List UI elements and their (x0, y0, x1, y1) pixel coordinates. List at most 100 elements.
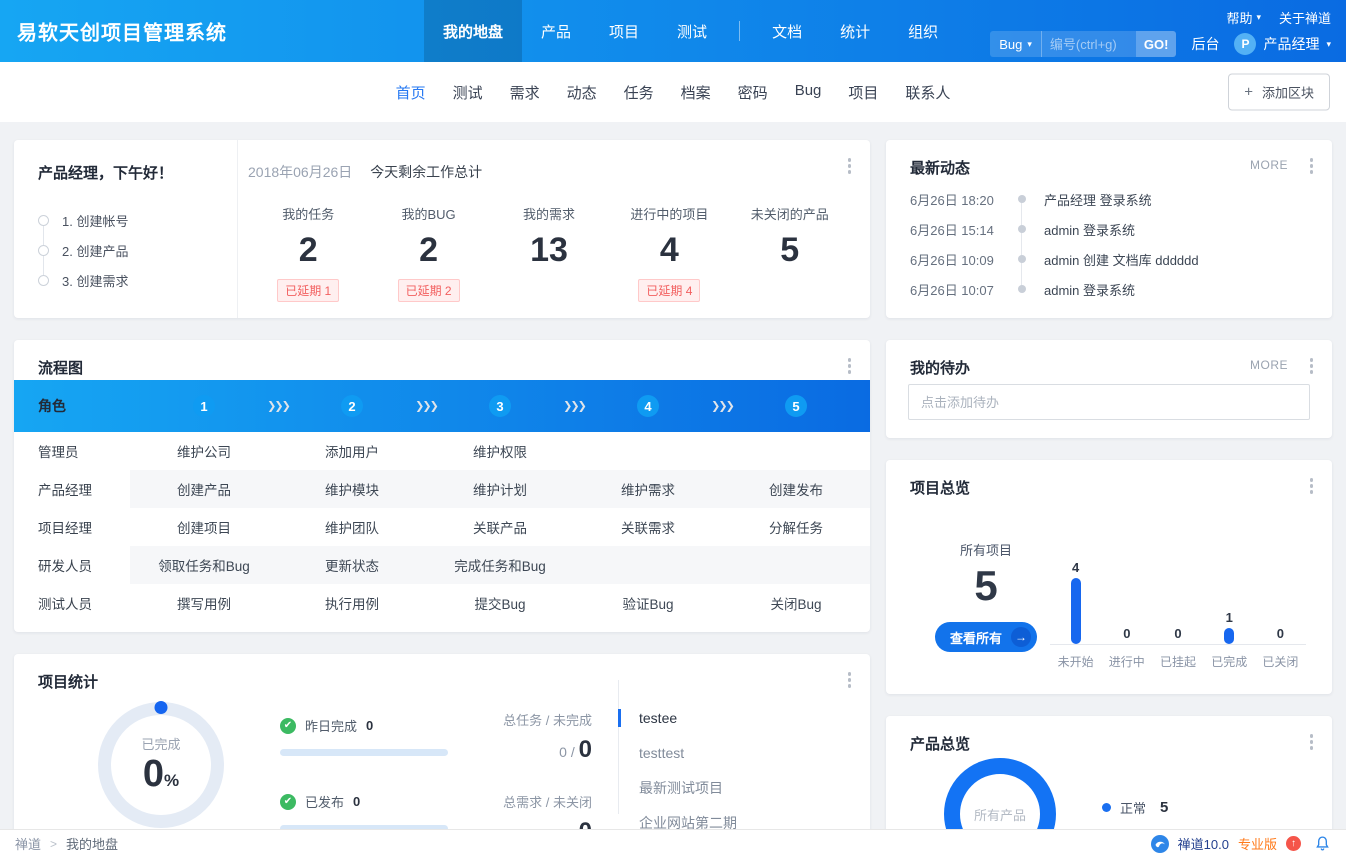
greeting-text: 产品经理，下午好！ (38, 162, 237, 183)
delayed-badge: 已延期 1 (277, 279, 339, 302)
version-label[interactable]: 禅道10.0 (1178, 834, 1229, 853)
nav-project[interactable]: 项目 (590, 0, 658, 62)
activity-item: 6月26日 18:20 产品经理 登录系统 (910, 184, 1312, 214)
help-menu[interactable]: 帮助 ▾ (1226, 8, 1261, 27)
admin-link[interactable]: 后台 (1191, 34, 1219, 54)
plus-icon: + (1244, 85, 1253, 100)
subnav-dynamic[interactable]: 动态 (567, 82, 597, 103)
nav-divider (739, 21, 740, 41)
subnav-items: 首页 测试 需求 动态 任务 档案 密码 Bug 项目 联系人 (396, 82, 951, 103)
subnav-story[interactable]: 需求 (510, 82, 540, 103)
activity-item: 6月26日 10:07 admin 登录系统 (910, 274, 1312, 304)
breadcrumb-current: 我的地盘 (66, 834, 118, 853)
check-circle-icon: ✔ (280, 794, 296, 810)
flow-arrow-icon: ❯❯❯ (415, 400, 437, 413)
timeline-connector-line (1021, 198, 1022, 286)
subnav-file[interactable]: 档案 (681, 82, 711, 103)
flow-arrow-icon: ❯❯❯ (563, 400, 585, 413)
bell-icon[interactable] (1314, 835, 1331, 852)
subnav-bug[interactable]: Bug (795, 82, 822, 103)
step-bullet-icon (38, 275, 49, 286)
nav-doc[interactable]: 文档 (753, 0, 821, 62)
bar-done (1224, 628, 1234, 645)
quick-search-box: Bug ▾ GO! (990, 31, 1176, 57)
view-all-button[interactable]: 查看所有 → (935, 622, 1037, 652)
latest-news-card: 最新动态 MORE 6月26日 18:20 产品经理 登录系统 6月26日 15… (886, 140, 1332, 318)
vertical-divider (618, 680, 619, 814)
flowchart-row-project-manager: 项目经理 创建项目 维护团队 关联产品 关联需求 分解任务 (14, 508, 870, 546)
card-menu-button[interactable] (1307, 731, 1317, 753)
subnav-password[interactable]: 密码 (738, 82, 768, 103)
card-menu-button[interactable] (845, 155, 855, 177)
flowchart-row-product-manager: 产品经理 创建产品 维护模块 维护计划 维护需求 创建发布 (14, 470, 870, 508)
project-list: testee testtest 最新测试项目 企业网站第二期 (625, 700, 846, 846)
app-title: 易软天创项目管理系统 (17, 17, 227, 46)
step-number-badge: 3 (489, 395, 511, 417)
card-title: 流程图 (38, 357, 83, 378)
project-list-item[interactable]: 最新测试项目 (625, 770, 846, 805)
card-title: 产品总览 (910, 733, 970, 754)
user-menu[interactable]: P 产品经理 ▾ (1234, 33, 1331, 55)
date-row: 2018年06月26日 今天剩余工作总计 (248, 162, 850, 182)
nav-product[interactable]: 产品 (522, 0, 590, 62)
totals-column: 总任务 / 未完成 0 / 0 总需求 / 未关闭 0 / 0 (492, 710, 592, 846)
check-circle-icon: ✔ (280, 718, 296, 734)
stats-row: 我的任务 2 已延期 1 我的BUG 2 已延期 2 我的需求 13 进行中 (248, 204, 850, 302)
nav-organization[interactable]: 组织 (889, 0, 957, 62)
subnav-home[interactable]: 首页 (396, 82, 426, 103)
step-create-story[interactable]: 3. 创建需求 (38, 265, 237, 295)
step-create-product[interactable]: 2. 创建产品 (38, 235, 237, 265)
card-menu-button[interactable] (845, 669, 855, 691)
arrow-right-icon: → (1011, 627, 1031, 647)
timeline-dot-icon (1018, 195, 1026, 203)
search-input[interactable] (1042, 37, 1136, 52)
card-menu-button[interactable] (1307, 355, 1317, 377)
welcome-right-pane: 2018年06月26日 今天剩余工作总计 我的任务 2 已延期 1 我的BUG … (238, 140, 870, 318)
more-link[interactable]: MORE (1250, 358, 1288, 372)
subnav-test[interactable]: 测试 (453, 82, 483, 103)
edition-label[interactable]: 专业版 (1238, 834, 1277, 853)
metric-finished-yesterday: ✔ 昨日完成 0 (280, 716, 448, 756)
step-number-badge: 2 (341, 395, 363, 417)
top-header: 易软天创项目管理系统 我的地盘 产品 项目 测试 文档 统计 组织 帮助 ▾ 关… (0, 0, 1346, 62)
stat-my-stories: 我的需求 13 (489, 204, 609, 302)
all-projects-count: 5 (974, 563, 997, 609)
timeline-dot-icon (1018, 255, 1026, 263)
activity-timeline: 6月26日 18:20 产品经理 登录系统 6月26日 15:14 admin … (886, 140, 1332, 304)
card-title: 项目总览 (910, 477, 970, 498)
sub-navbar: 首页 测试 需求 动态 任务 档案 密码 Bug 项目 联系人 + 添加区块 (0, 62, 1346, 122)
add-block-button[interactable]: + 添加区块 (1228, 74, 1330, 111)
flow-arrow-icon: ❯❯❯ (711, 400, 733, 413)
step-number-badge: 1 (193, 395, 215, 417)
donut-legend: 正常 5 (1102, 798, 1168, 817)
nav-report[interactable]: 统计 (821, 0, 889, 62)
card-menu-button[interactable] (1307, 475, 1317, 497)
welcome-card: 产品经理，下午好！ 1. 创建帐号 2. 创建产品 3. 创建需求 (14, 140, 870, 318)
step-create-account[interactable]: 1. 创建帐号 (38, 205, 237, 235)
subnav-project[interactable]: 项目 (848, 82, 878, 103)
card-menu-button[interactable] (845, 355, 855, 377)
subnav-task[interactable]: 任务 (624, 82, 654, 103)
step-bullet-icon (38, 245, 49, 256)
search-type-dropdown[interactable]: Bug ▾ (990, 31, 1042, 57)
upgrade-icon[interactable]: ↑ (1286, 836, 1301, 851)
go-button[interactable]: GO! (1136, 31, 1177, 57)
caret-down-icon: ▾ (1027, 40, 1032, 49)
timeline-dot-icon (1018, 285, 1026, 293)
welcome-left-pane: 产品经理，下午好！ 1. 创建帐号 2. 创建产品 3. 创建需求 (14, 140, 238, 318)
active-project-indicator (618, 709, 621, 727)
card-title: 项目统计 (38, 671, 98, 692)
subnav-contacts[interactable]: 联系人 (905, 82, 950, 103)
nav-test[interactable]: 测试 (658, 0, 726, 62)
add-todo-input[interactable] (908, 384, 1310, 420)
stat-open-products: 未关闭的产品 5 (730, 204, 850, 302)
about-zentao-link[interactable]: 关于禅道 (1279, 8, 1331, 27)
step-bullet-icon (38, 215, 49, 226)
caret-down-icon: ▾ (1256, 13, 1261, 22)
nav-my-dashboard[interactable]: 我的地盘 (424, 0, 522, 62)
project-list-item[interactable]: testee (625, 700, 846, 735)
caret-down-icon: ▾ (1326, 40, 1331, 49)
project-list-item[interactable]: testtest (625, 735, 846, 770)
breadcrumb-root[interactable]: 禅道 (15, 834, 41, 853)
flowchart-row-admin: 管理员 维护公司 添加用户 维护权限 (14, 432, 870, 470)
